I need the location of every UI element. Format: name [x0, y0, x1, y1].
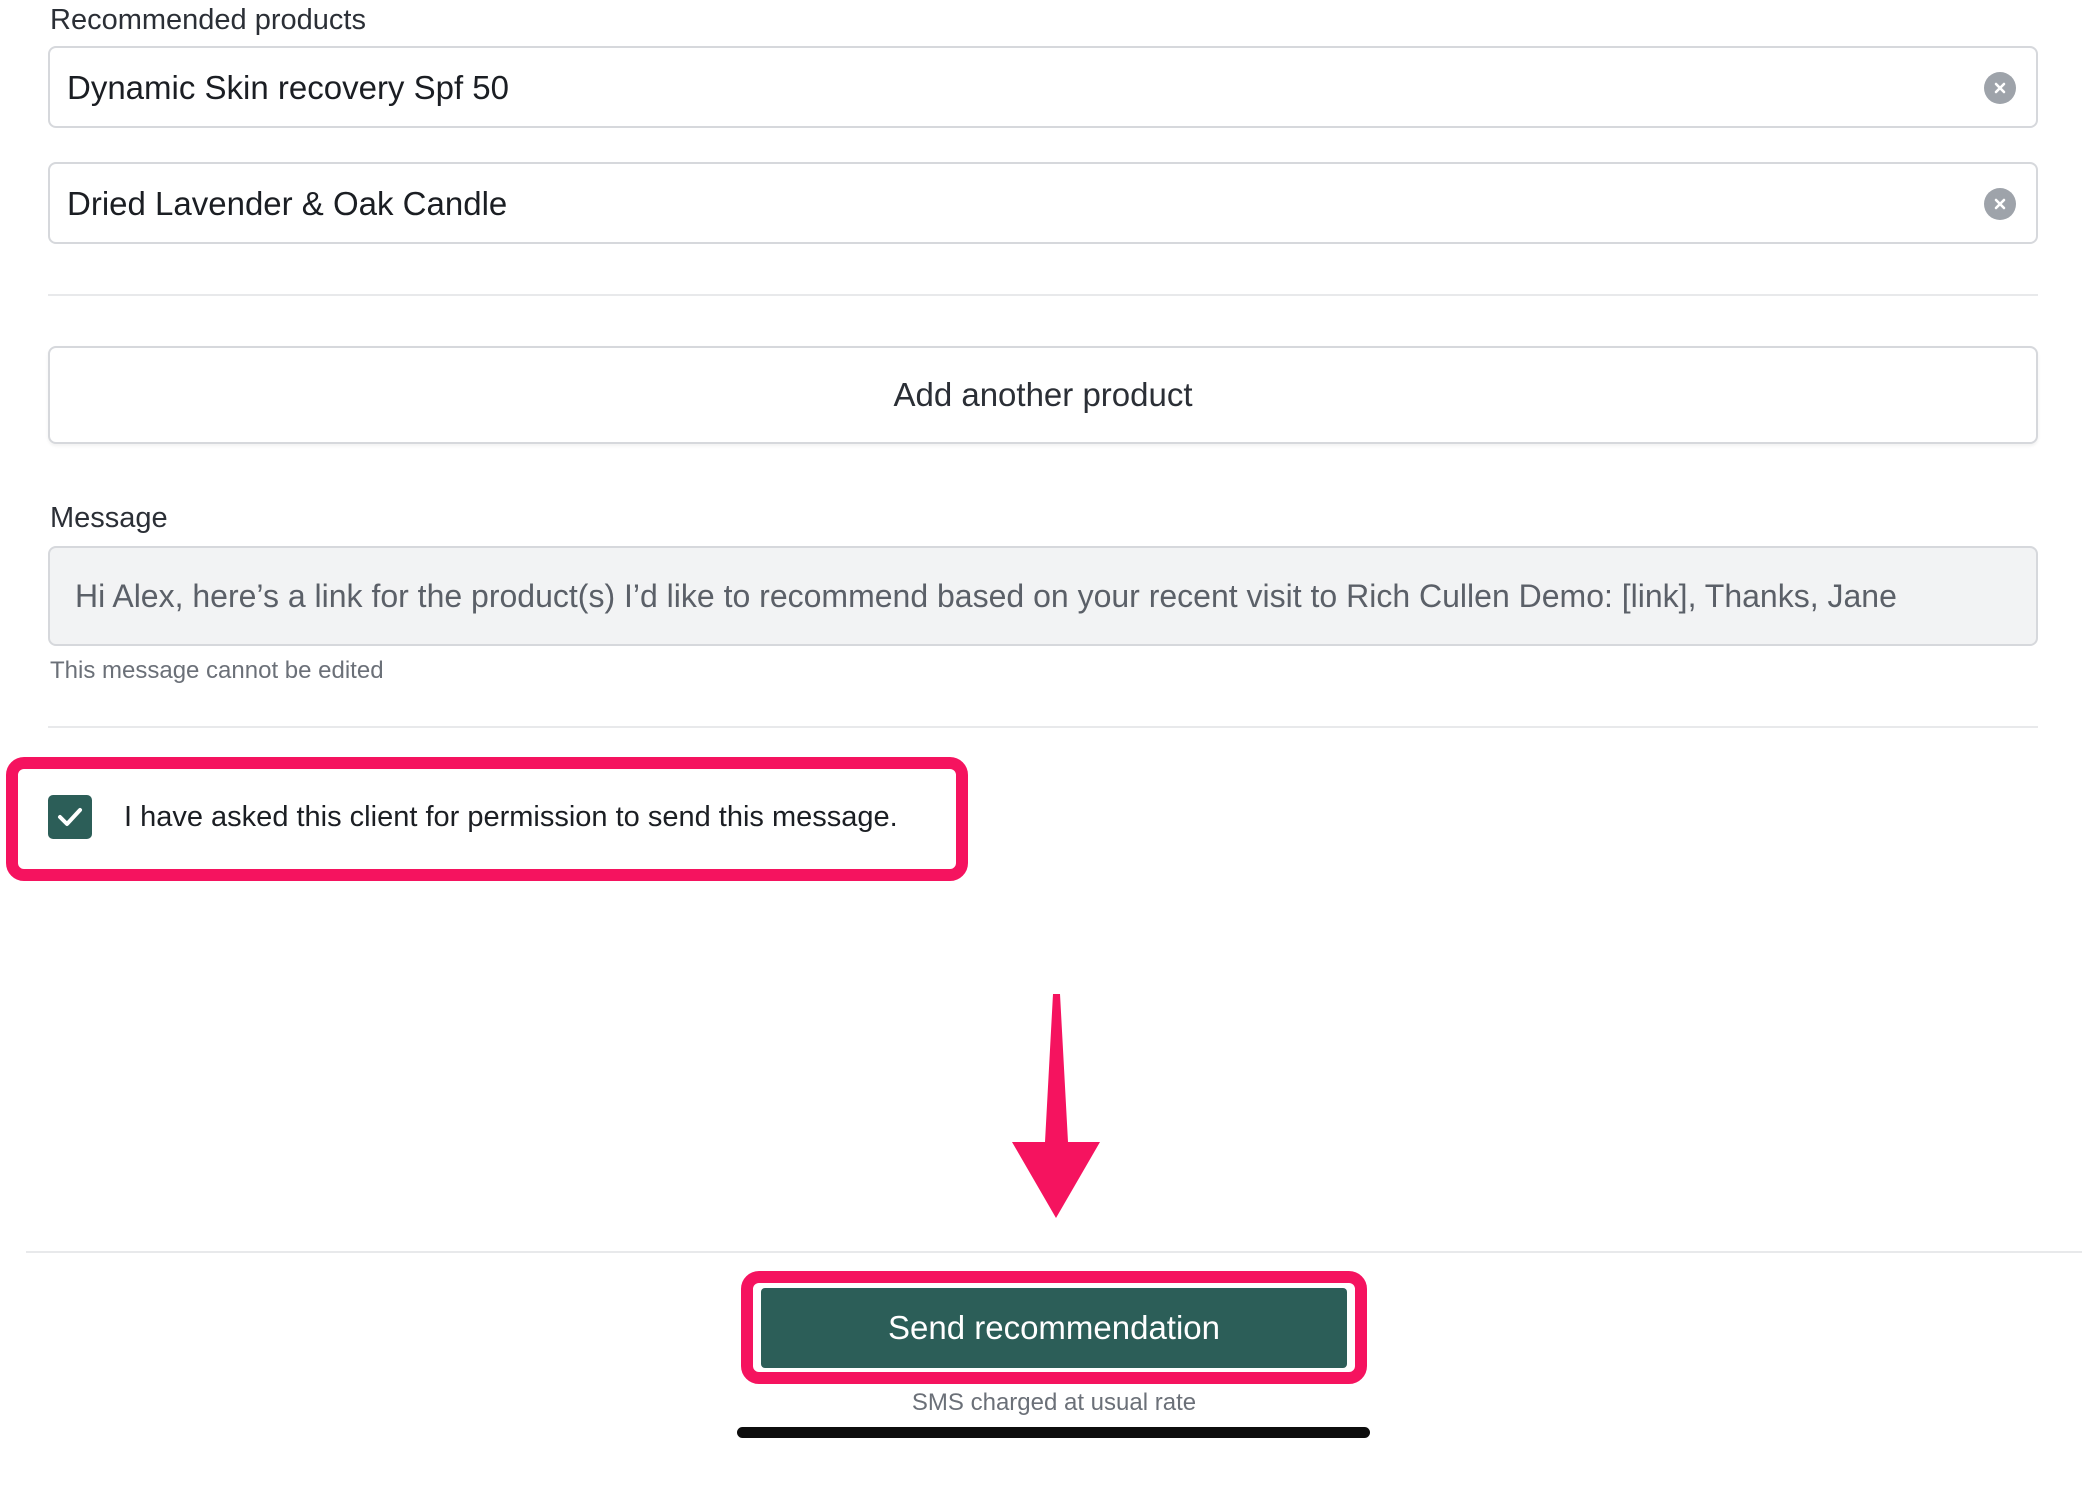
clear-circle-icon [1994, 82, 2006, 94]
add-another-product-button[interactable]: Add another product [48, 346, 2038, 444]
checkmark-icon [58, 808, 82, 826]
section-divider [48, 294, 2038, 296]
sms-charge-note: SMS charged at usual rate [911, 1389, 1197, 1416]
footer-divider [26, 1251, 2082, 1253]
recommended-products-label: Recommended products [50, 4, 366, 36]
clear-product-button[interactable] [1984, 188, 2016, 220]
clear-product-button[interactable] [1984, 72, 2016, 104]
product-field-1[interactable]: Dynamic Skin recovery Spf 50 [48, 46, 2038, 128]
down-arrow-icon [1012, 994, 1100, 1218]
product-name: Dried Lavender & Oak Candle [67, 185, 508, 222]
message-hint: This message cannot be edited [50, 657, 384, 684]
home-indicator [737, 1427, 1370, 1438]
message-text: Hi Alex, here’s a link for the product(s… [75, 578, 1897, 614]
clear-circle-icon [1994, 198, 2006, 210]
product-name: Dynamic Skin recovery Spf 50 [67, 69, 510, 106]
send-recommendation-button[interactable]: Send recommendation [761, 1288, 1347, 1368]
section-divider [48, 726, 2038, 728]
consent-checkbox[interactable] [48, 795, 92, 839]
consent-label[interactable]: I have asked this client for permission … [124, 801, 898, 834]
message-label: Message [50, 502, 168, 534]
message-field: Hi Alex, here’s a link for the product(s… [48, 546, 2038, 646]
product-field-2[interactable]: Dried Lavender & Oak Candle [48, 162, 2038, 244]
